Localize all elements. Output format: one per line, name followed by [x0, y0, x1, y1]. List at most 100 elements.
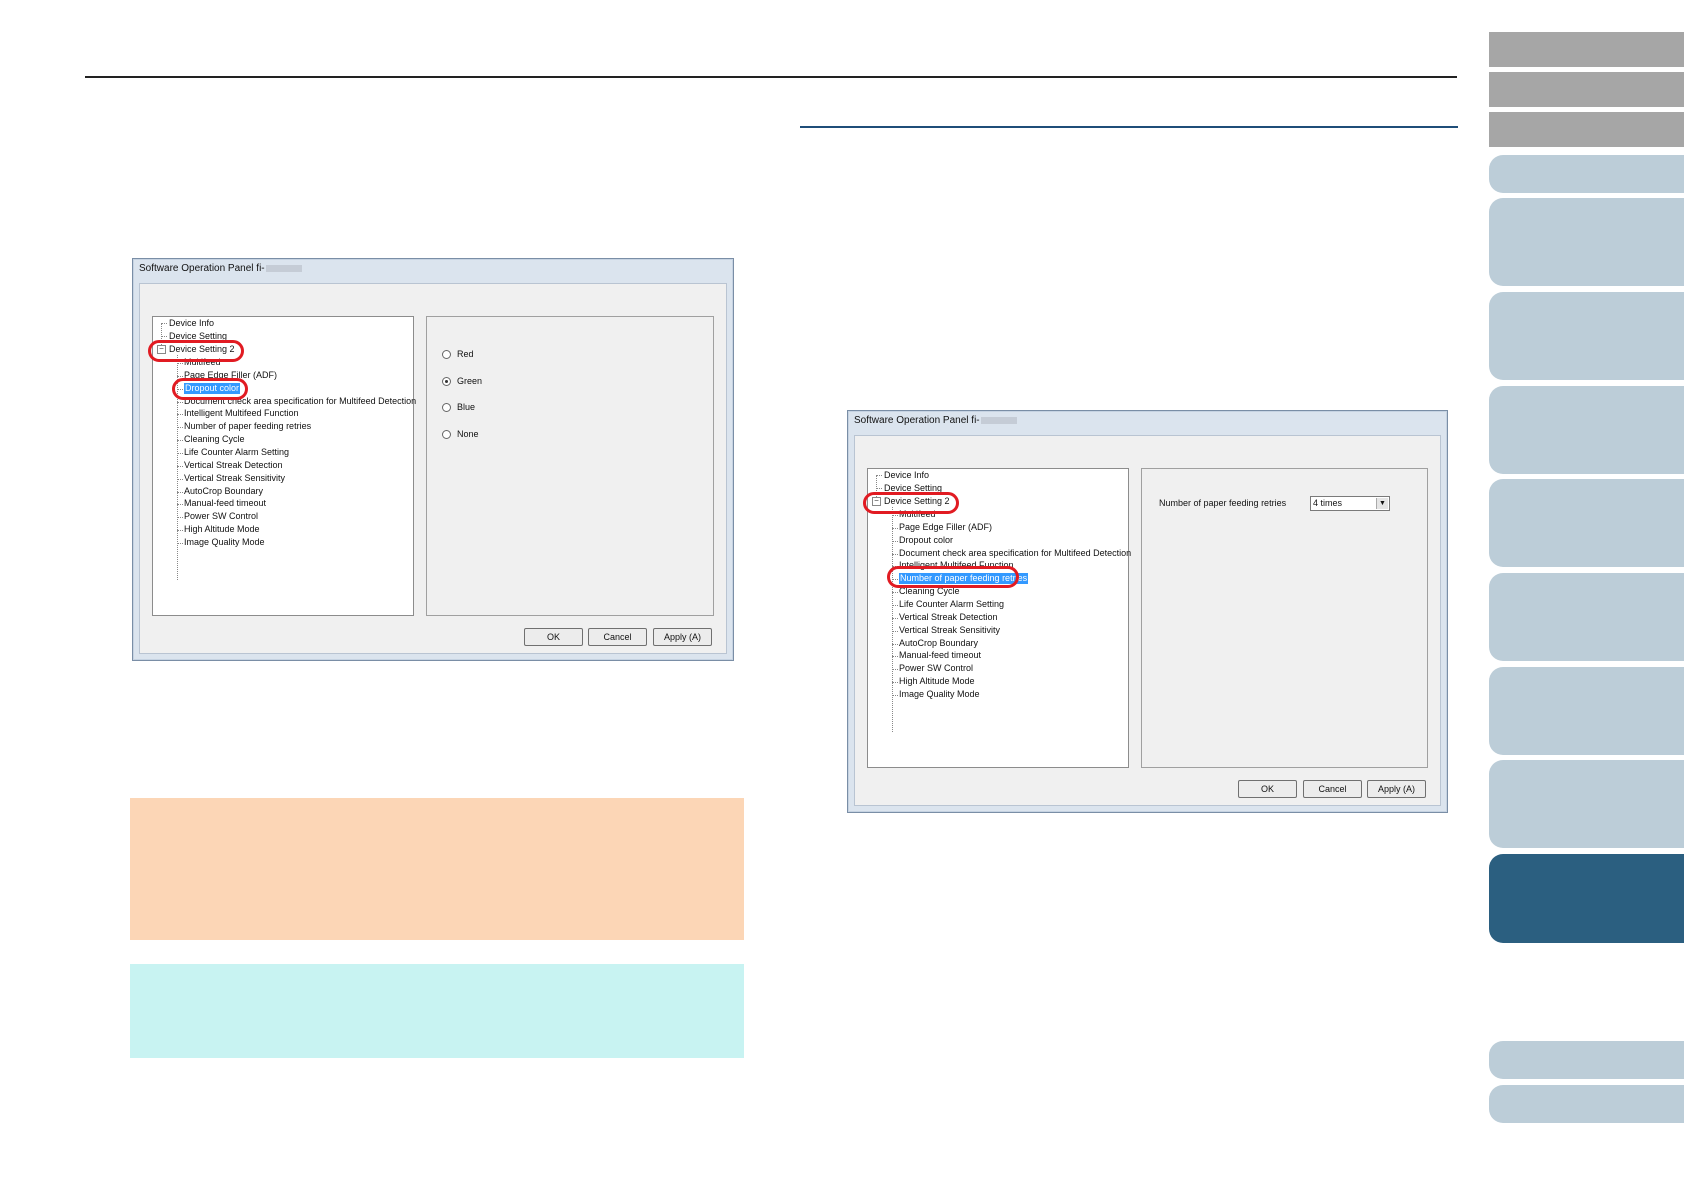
tree-guide [892, 682, 898, 684]
nav-tab-11[interactable] [1489, 760, 1684, 848]
tree-item-child[interactable]: Vertical Streak Sensitivity [184, 473, 285, 484]
apply-button[interactable]: Apply (A) [1367, 780, 1426, 798]
tree-item-child[interactable]: Number of paper feeding retries [184, 421, 311, 432]
nav-tab-12-active[interactable] [1489, 854, 1684, 943]
attention-box [130, 798, 744, 940]
retries-combo[interactable]: 4 times ▼ [1310, 496, 1390, 511]
tree-guide [892, 592, 898, 594]
tree-guide [177, 465, 183, 467]
highlight-dropout-color [172, 378, 248, 400]
nav-tab-10[interactable] [1489, 667, 1684, 755]
tree-guide [892, 630, 898, 632]
nav-tab-2[interactable] [1489, 72, 1684, 107]
nav-tab-5[interactable] [1489, 198, 1684, 286]
tree-guide [177, 452, 183, 454]
tree-guide [177, 517, 183, 519]
nav-tab-8[interactable] [1489, 479, 1684, 567]
tree-item-child[interactable]: Intelligent Multifeed Function [184, 408, 299, 419]
tree-guide [892, 656, 898, 658]
dialog-title: Software Operation Panel fi- [139, 263, 302, 274]
tree-item-child[interactable]: Vertical Streak Detection [899, 612, 998, 623]
retries-combo-value: 4 times [1313, 498, 1343, 508]
tree-item-child[interactable]: Image Quality Mode [184, 537, 265, 548]
highlight-device-setting-2 [863, 492, 959, 514]
highlight-device-setting-2 [148, 340, 244, 362]
radio-option[interactable]: Green [442, 376, 482, 386]
model-name-blur [980, 416, 1017, 424]
tree-item-child[interactable]: Power SW Control [899, 663, 973, 674]
tree-guide [892, 527, 898, 529]
tree-guide [177, 414, 183, 416]
model-name-blur [265, 264, 302, 272]
paper-feeding-panel: Number of paper feeding retries 4 times … [1141, 468, 1428, 768]
dialog-body: Device Info Device Setting − Device Sett… [139, 283, 727, 654]
radio-icon[interactable] [442, 376, 451, 386]
top-rule [85, 76, 1457, 78]
tree-guide [892, 617, 898, 619]
section-rule [800, 126, 1458, 128]
tree-guide [177, 401, 183, 403]
nav-tab-14[interactable] [1489, 1085, 1684, 1123]
radio-option[interactable]: Red [442, 349, 474, 360]
dialog-body: Device Info Device Setting − Device Sett… [854, 435, 1441, 806]
radio-option[interactable]: Blue [442, 402, 476, 413]
tree-item-child[interactable]: Life Counter Alarm Setting [899, 599, 1004, 610]
tree-item-child[interactable]: Document check area specification for Mu… [899, 548, 1131, 559]
radio-label: Blue [457, 402, 476, 412]
tree-item-child[interactable]: Life Counter Alarm Setting [184, 447, 289, 458]
tree-guide [177, 375, 183, 377]
tree-item-child[interactable]: Dropout color [899, 535, 953, 546]
retries-label: Number of paper feeding retries [1159, 498, 1287, 508]
tree-item-device-info[interactable]: Device Info [169, 318, 214, 329]
highlight-paper-feeding-retries [887, 566, 1019, 588]
chevron-down-icon[interactable]: ▼ [1376, 498, 1388, 509]
tree-guide [161, 336, 167, 337]
ok-button[interactable]: OK [524, 628, 583, 646]
tree-guide [892, 604, 898, 606]
hint-box [130, 964, 744, 1058]
tree-item-child[interactable]: High Altitude Mode [899, 676, 975, 687]
tree-item-child[interactable]: Manual-feed timeout [184, 498, 266, 509]
tree-guide [177, 427, 183, 429]
nav-tab-7[interactable] [1489, 386, 1684, 474]
radio-icon[interactable] [442, 403, 451, 413]
nav-tab-4[interactable] [1489, 155, 1684, 193]
nav-tab-1[interactable] [1489, 32, 1684, 67]
tree-item-child[interactable]: Image Quality Mode [899, 689, 980, 700]
tree-item-child[interactable]: Cleaning Cycle [184, 434, 245, 445]
tree-item-child[interactable]: AutoCrop Boundary [899, 638, 978, 649]
radio-icon[interactable] [442, 429, 451, 439]
radio-icon[interactable] [442, 350, 451, 360]
apply-button[interactable]: Apply (A) [653, 628, 712, 646]
tree-guide [892, 515, 898, 516]
radio-option[interactable]: None [442, 429, 479, 439]
radio-label: Red [457, 349, 474, 359]
nav-tab-3[interactable] [1489, 112, 1684, 147]
tree-item-child[interactable]: High Altitude Mode [184, 524, 260, 535]
cancel-button[interactable]: Cancel [588, 628, 647, 646]
nav-tab-6[interactable] [1489, 292, 1684, 380]
ok-button[interactable]: OK [1238, 780, 1297, 798]
tree-guide [876, 488, 882, 489]
tree-item-child[interactable]: AutoCrop Boundary [184, 486, 263, 497]
tree-item-child[interactable]: Vertical Streak Detection [184, 460, 283, 471]
tree-guide [892, 669, 898, 671]
tree-item-child[interactable]: Manual-feed timeout [899, 650, 981, 661]
tree-item-child[interactable]: Page Edge Filler (ADF) [899, 522, 992, 533]
radio-label: Green [457, 375, 483, 386]
tree-item-device-info[interactable]: Device Info [884, 470, 929, 481]
nav-tab-13[interactable] [1489, 1041, 1684, 1079]
tree-guide [177, 363, 183, 364]
tree-item-child[interactable]: Vertical Streak Sensitivity [899, 625, 1000, 636]
tree-guide [892, 694, 898, 696]
tree-item-child[interactable]: Power SW Control [184, 511, 258, 522]
dialog-paper-feeding-retries: Software Operation Panel fi- Device Info… [847, 410, 1448, 813]
tree-guide [892, 643, 898, 645]
tree-guide [177, 504, 183, 506]
tree-guide [892, 540, 898, 542]
tree-guide [161, 323, 167, 324]
tree-guide [177, 491, 183, 493]
tree-guide [177, 440, 183, 442]
nav-tab-9[interactable] [1489, 573, 1684, 661]
cancel-button[interactable]: Cancel [1303, 780, 1362, 798]
